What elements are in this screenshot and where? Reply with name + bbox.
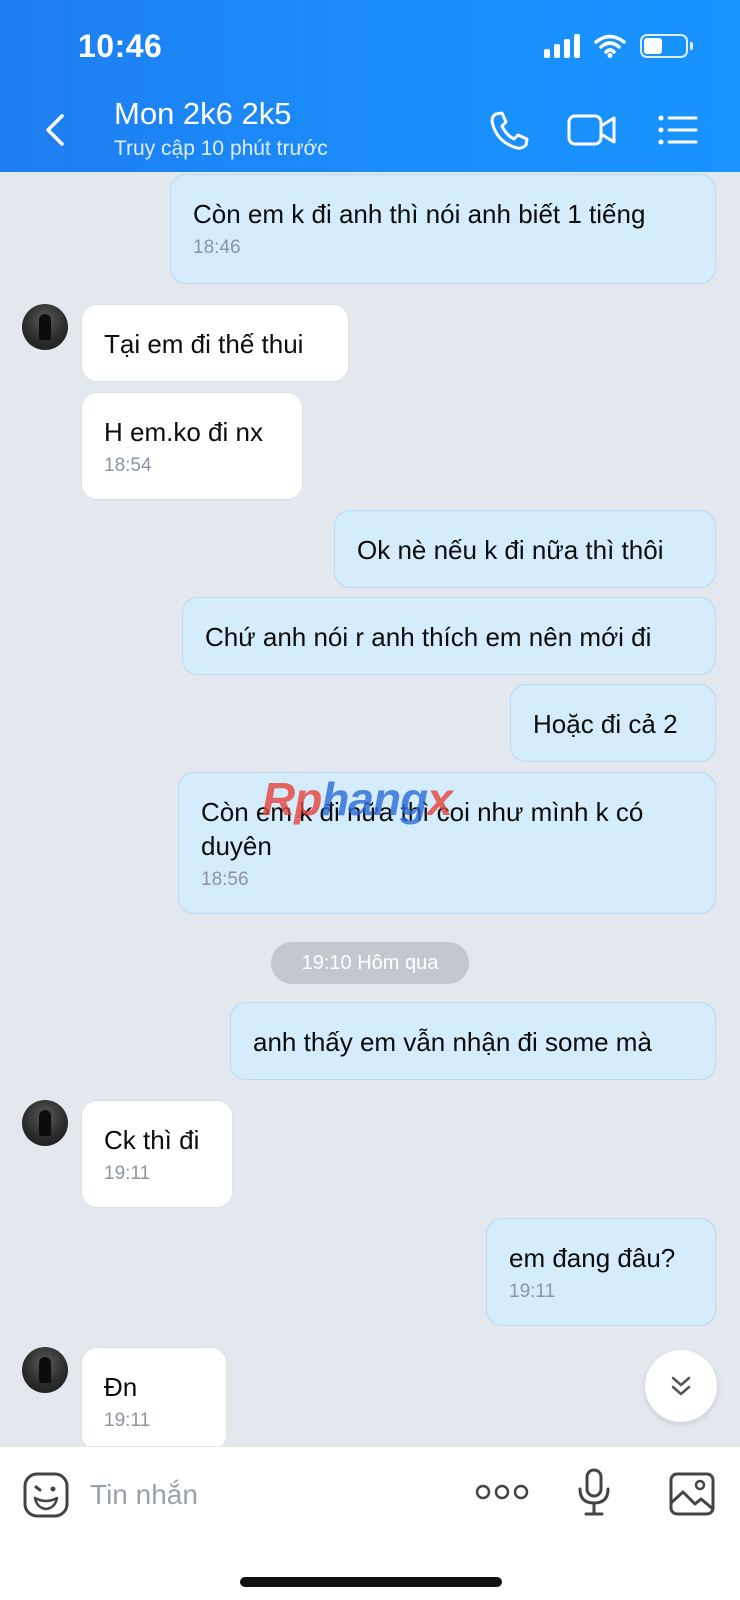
message-text: Còn em k đi nữa thì coi như mình k có du… — [201, 797, 644, 861]
message-text: anh thấy em vẫn nhận đi some mà — [253, 1027, 652, 1057]
status-time: 10:46 — [78, 28, 163, 64]
message-text: Đn — [104, 1372, 138, 1402]
message-time: 19:11 — [509, 1281, 556, 1302]
status-icons — [544, 34, 693, 58]
message-bubble-sent[interactable]: anh thấy em vẫn nhận đi some mà — [230, 1002, 716, 1080]
microphone-icon — [578, 1468, 610, 1516]
date-separator: 19:10 Hôm qua — [271, 942, 469, 984]
message-text: Ck thì đi — [104, 1125, 200, 1155]
message-bubble-received[interactable]: Tại em đi thế thui — [81, 304, 349, 382]
message-time: 18:46 — [193, 237, 241, 258]
last-seen-status: Truy cập 10 phút trước — [114, 137, 328, 160]
message-composer — [0, 1446, 740, 1600]
menu-icon — [658, 115, 698, 145]
menu-button[interactable] — [656, 108, 704, 152]
video-call-button[interactable] — [566, 108, 616, 152]
message-input[interactable] — [90, 1471, 430, 1519]
message-bubble-sent[interactable]: Ok nè nếu k đi nữa thì thôi — [334, 510, 716, 588]
message-time: 18:56 — [201, 869, 249, 890]
voice-message-button[interactable] — [576, 1467, 612, 1524]
message-text: Hoặc đi cả 2 — [533, 709, 678, 739]
message-bubble-sent[interactable]: em đang đâu? 19:11 — [486, 1218, 716, 1326]
message-bubble-received[interactable]: Ck thì đi 19:11 — [81, 1100, 233, 1208]
voice-call-button[interactable] — [484, 108, 532, 152]
contact-avatar[interactable] — [22, 304, 68, 350]
message-bubble-sent[interactable]: Còn em k đi nữa thì coi như mình k có du… — [178, 772, 716, 914]
message-bubble-sent[interactable]: Còn em k đi anh thì nói anh biết 1 tiếng… — [170, 174, 716, 284]
emoji-icon — [23, 1472, 69, 1518]
message-bubble-received[interactable]: Đn 19:11 — [81, 1347, 227, 1451]
battery-icon — [640, 34, 693, 58]
scroll-to-bottom-button[interactable] — [645, 1350, 717, 1422]
emoji-button[interactable] — [22, 1471, 70, 1524]
more-options-button[interactable] — [474, 1477, 530, 1512]
phone-icon — [490, 111, 529, 150]
message-bubble-received[interactable]: H em.ko đi nx 18:54 — [81, 392, 303, 500]
back-icon — [46, 114, 64, 146]
battery-fill — [644, 38, 662, 54]
contact-avatar[interactable] — [22, 1347, 68, 1393]
back-button[interactable] — [36, 108, 76, 152]
message-bubble-sent[interactable]: Hoặc đi cả 2 — [510, 684, 716, 762]
message-text: em đang đâu? — [509, 1243, 676, 1273]
message-text: Tại em đi thế thui — [104, 329, 304, 359]
home-indicator — [240, 1577, 502, 1587]
message-text: H em.ko đi nx — [104, 417, 263, 447]
chat-header: 10:46 Mon 2k6 2k5 Truy cập 10 phút trước — [0, 0, 740, 172]
image-icon — [669, 1472, 715, 1516]
double-chevron-down-icon — [671, 1376, 691, 1396]
contact-avatar[interactable] — [22, 1100, 68, 1146]
chat-title[interactable]: Mon 2k6 2k5 — [114, 96, 292, 132]
wifi-icon — [594, 34, 626, 58]
signal-icon — [544, 34, 580, 58]
message-text: Ok nè nếu k đi nữa thì thôi — [357, 535, 664, 565]
message-bubble-sent[interactable]: Chứ anh nói r anh thích em nên mới đi — [182, 597, 716, 675]
more-icon — [475, 1484, 529, 1500]
message-time: 19:11 — [104, 1410, 151, 1431]
video-call-icon — [567, 114, 616, 146]
message-time: 19:11 — [104, 1163, 151, 1184]
send-image-button[interactable] — [668, 1471, 716, 1522]
message-text: Còn em k đi anh thì nói anh biết 1 tiếng — [193, 199, 646, 229]
message-text: Chứ anh nói r anh thích em nên mới đi — [205, 622, 652, 652]
message-time: 18:54 — [104, 455, 152, 476]
